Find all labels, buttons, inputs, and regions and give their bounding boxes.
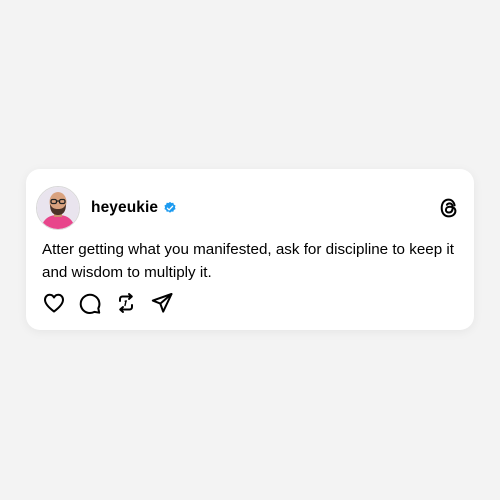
- heart-icon[interactable]: [42, 291, 66, 315]
- repost-icon[interactable]: [114, 291, 138, 315]
- avatar[interactable]: [36, 186, 80, 230]
- send-icon[interactable]: [150, 291, 174, 315]
- post-text: Atter getting what you manifested, ask f…: [42, 241, 454, 281]
- threads-logo-icon[interactable]: [438, 196, 460, 220]
- post-actions: [42, 291, 186, 315]
- avatar-image: [37, 187, 79, 229]
- threads-post-card: heyeukie Atter getting what you manifest…: [26, 169, 474, 330]
- post-header: heyeukie: [91, 198, 177, 218]
- username[interactable]: heyeukie: [91, 199, 158, 217]
- verified-badge-icon: [163, 201, 177, 215]
- comment-bubble-icon[interactable]: [78, 291, 102, 315]
